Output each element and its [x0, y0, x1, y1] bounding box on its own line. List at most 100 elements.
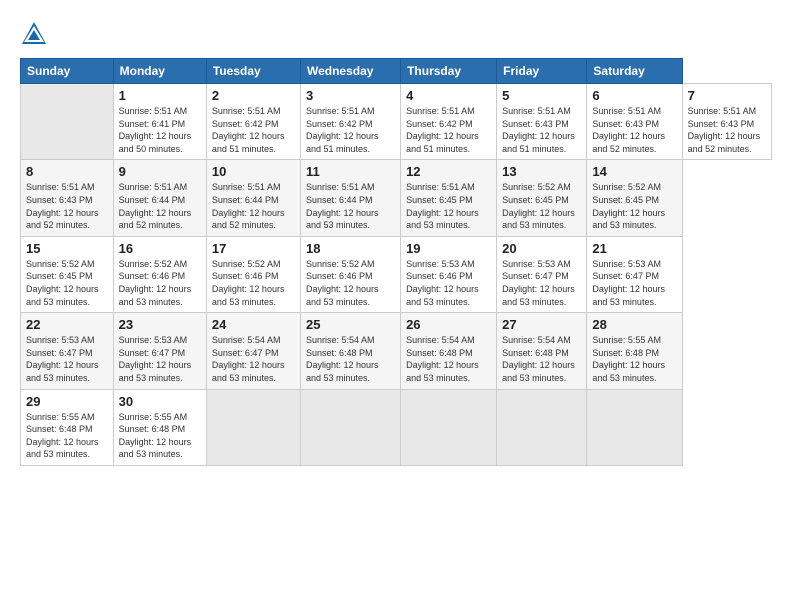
calendar-cell: 18 Sunrise: 5:52 AMSunset: 6:46 PMDaylig…	[300, 236, 400, 312]
day-number: 2	[212, 88, 295, 103]
day-info: Sunrise: 5:51 AMSunset: 6:43 PMDaylight:…	[502, 106, 575, 154]
calendar-cell: 20 Sunrise: 5:53 AMSunset: 6:47 PMDaylig…	[497, 236, 587, 312]
calendar-cell: 7 Sunrise: 5:51 AMSunset: 6:43 PMDayligh…	[682, 84, 771, 160]
day-info: Sunrise: 5:51 AMSunset: 6:44 PMDaylight:…	[306, 182, 379, 230]
day-number: 15	[26, 241, 108, 256]
day-number: 25	[306, 317, 395, 332]
day-number: 29	[26, 394, 108, 409]
calendar-cell	[206, 389, 300, 465]
day-info: Sunrise: 5:54 AMSunset: 6:48 PMDaylight:…	[306, 335, 379, 383]
calendar-cell: 19 Sunrise: 5:53 AMSunset: 6:46 PMDaylig…	[401, 236, 497, 312]
calendar-cell: 3 Sunrise: 5:51 AMSunset: 6:42 PMDayligh…	[300, 84, 400, 160]
day-number: 30	[119, 394, 201, 409]
day-info: Sunrise: 5:53 AMSunset: 6:47 PMDaylight:…	[502, 259, 575, 307]
day-info: Sunrise: 5:53 AMSunset: 6:47 PMDaylight:…	[592, 259, 665, 307]
calendar-cell: 22 Sunrise: 5:53 AMSunset: 6:47 PMDaylig…	[21, 313, 114, 389]
day-info: Sunrise: 5:54 AMSunset: 6:48 PMDaylight:…	[406, 335, 479, 383]
calendar-header-friday: Friday	[497, 59, 587, 84]
calendar-cell: 8 Sunrise: 5:51 AMSunset: 6:43 PMDayligh…	[21, 160, 114, 236]
day-info: Sunrise: 5:51 AMSunset: 6:44 PMDaylight:…	[119, 182, 192, 230]
calendar-cell: 12 Sunrise: 5:51 AMSunset: 6:45 PMDaylig…	[401, 160, 497, 236]
calendar-cell: 29 Sunrise: 5:55 AMSunset: 6:48 PMDaylig…	[21, 389, 114, 465]
day-info: Sunrise: 5:51 AMSunset: 6:42 PMDaylight:…	[406, 106, 479, 154]
day-number: 23	[119, 317, 201, 332]
calendar-cell	[21, 84, 114, 160]
day-info: Sunrise: 5:51 AMSunset: 6:43 PMDaylight:…	[688, 106, 761, 154]
calendar-header-row: SundayMondayTuesdayWednesdayThursdayFrid…	[21, 59, 772, 84]
day-info: Sunrise: 5:53 AMSunset: 6:47 PMDaylight:…	[119, 335, 192, 383]
calendar-week-2: 8 Sunrise: 5:51 AMSunset: 6:43 PMDayligh…	[21, 160, 772, 236]
calendar-header-wednesday: Wednesday	[300, 59, 400, 84]
calendar-cell: 28 Sunrise: 5:55 AMSunset: 6:48 PMDaylig…	[587, 313, 682, 389]
day-info: Sunrise: 5:52 AMSunset: 6:45 PMDaylight:…	[502, 182, 575, 230]
day-number: 10	[212, 164, 295, 179]
header	[20, 20, 772, 48]
day-number: 6	[592, 88, 676, 103]
day-info: Sunrise: 5:51 AMSunset: 6:42 PMDaylight:…	[212, 106, 285, 154]
day-number: 8	[26, 164, 108, 179]
day-number: 9	[119, 164, 201, 179]
day-info: Sunrise: 5:51 AMSunset: 6:45 PMDaylight:…	[406, 182, 479, 230]
day-info: Sunrise: 5:53 AMSunset: 6:46 PMDaylight:…	[406, 259, 479, 307]
calendar-cell: 10 Sunrise: 5:51 AMSunset: 6:44 PMDaylig…	[206, 160, 300, 236]
calendar-cell: 5 Sunrise: 5:51 AMSunset: 6:43 PMDayligh…	[497, 84, 587, 160]
day-number: 26	[406, 317, 491, 332]
day-info: Sunrise: 5:52 AMSunset: 6:46 PMDaylight:…	[306, 259, 379, 307]
logo	[20, 20, 52, 48]
calendar-cell: 11 Sunrise: 5:51 AMSunset: 6:44 PMDaylig…	[300, 160, 400, 236]
calendar-cell: 6 Sunrise: 5:51 AMSunset: 6:43 PMDayligh…	[587, 84, 682, 160]
calendar-cell: 4 Sunrise: 5:51 AMSunset: 6:42 PMDayligh…	[401, 84, 497, 160]
calendar-cell: 13 Sunrise: 5:52 AMSunset: 6:45 PMDaylig…	[497, 160, 587, 236]
calendar-header-saturday: Saturday	[587, 59, 682, 84]
day-number: 22	[26, 317, 108, 332]
day-info: Sunrise: 5:52 AMSunset: 6:46 PMDaylight:…	[119, 259, 192, 307]
day-number: 27	[502, 317, 581, 332]
calendar: SundayMondayTuesdayWednesdayThursdayFrid…	[20, 58, 772, 466]
day-info: Sunrise: 5:51 AMSunset: 6:43 PMDaylight:…	[26, 182, 99, 230]
calendar-cell: 21 Sunrise: 5:53 AMSunset: 6:47 PMDaylig…	[587, 236, 682, 312]
day-number: 11	[306, 164, 395, 179]
day-number: 14	[592, 164, 676, 179]
day-number: 4	[406, 88, 491, 103]
day-number: 12	[406, 164, 491, 179]
calendar-header-tuesday: Tuesday	[206, 59, 300, 84]
day-info: Sunrise: 5:55 AMSunset: 6:48 PMDaylight:…	[26, 412, 99, 460]
day-number: 7	[688, 88, 766, 103]
calendar-header-monday: Monday	[113, 59, 206, 84]
calendar-week-3: 15 Sunrise: 5:52 AMSunset: 6:45 PMDaylig…	[21, 236, 772, 312]
calendar-cell	[587, 389, 682, 465]
calendar-week-4: 22 Sunrise: 5:53 AMSunset: 6:47 PMDaylig…	[21, 313, 772, 389]
day-number: 1	[119, 88, 201, 103]
day-number: 24	[212, 317, 295, 332]
day-number: 18	[306, 241, 395, 256]
day-number: 13	[502, 164, 581, 179]
day-info: Sunrise: 5:52 AMSunset: 6:45 PMDaylight:…	[592, 182, 665, 230]
day-number: 3	[306, 88, 395, 103]
calendar-cell: 9 Sunrise: 5:51 AMSunset: 6:44 PMDayligh…	[113, 160, 206, 236]
calendar-cell: 23 Sunrise: 5:53 AMSunset: 6:47 PMDaylig…	[113, 313, 206, 389]
day-info: Sunrise: 5:52 AMSunset: 6:45 PMDaylight:…	[26, 259, 99, 307]
logo-icon	[20, 20, 48, 48]
calendar-cell: 16 Sunrise: 5:52 AMSunset: 6:46 PMDaylig…	[113, 236, 206, 312]
calendar-week-5: 29 Sunrise: 5:55 AMSunset: 6:48 PMDaylig…	[21, 389, 772, 465]
day-info: Sunrise: 5:52 AMSunset: 6:46 PMDaylight:…	[212, 259, 285, 307]
day-info: Sunrise: 5:54 AMSunset: 6:48 PMDaylight:…	[502, 335, 575, 383]
day-number: 20	[502, 241, 581, 256]
day-number: 5	[502, 88, 581, 103]
calendar-cell: 24 Sunrise: 5:54 AMSunset: 6:47 PMDaylig…	[206, 313, 300, 389]
day-info: Sunrise: 5:51 AMSunset: 6:41 PMDaylight:…	[119, 106, 192, 154]
day-number: 17	[212, 241, 295, 256]
day-number: 28	[592, 317, 676, 332]
calendar-cell: 27 Sunrise: 5:54 AMSunset: 6:48 PMDaylig…	[497, 313, 587, 389]
calendar-cell: 30 Sunrise: 5:55 AMSunset: 6:48 PMDaylig…	[113, 389, 206, 465]
calendar-cell	[300, 389, 400, 465]
calendar-cell	[401, 389, 497, 465]
day-number: 19	[406, 241, 491, 256]
day-info: Sunrise: 5:53 AMSunset: 6:47 PMDaylight:…	[26, 335, 99, 383]
calendar-cell: 15 Sunrise: 5:52 AMSunset: 6:45 PMDaylig…	[21, 236, 114, 312]
calendar-cell: 14 Sunrise: 5:52 AMSunset: 6:45 PMDaylig…	[587, 160, 682, 236]
calendar-header-thursday: Thursday	[401, 59, 497, 84]
calendar-cell: 17 Sunrise: 5:52 AMSunset: 6:46 PMDaylig…	[206, 236, 300, 312]
day-info: Sunrise: 5:51 AMSunset: 6:44 PMDaylight:…	[212, 182, 285, 230]
calendar-cell: 2 Sunrise: 5:51 AMSunset: 6:42 PMDayligh…	[206, 84, 300, 160]
